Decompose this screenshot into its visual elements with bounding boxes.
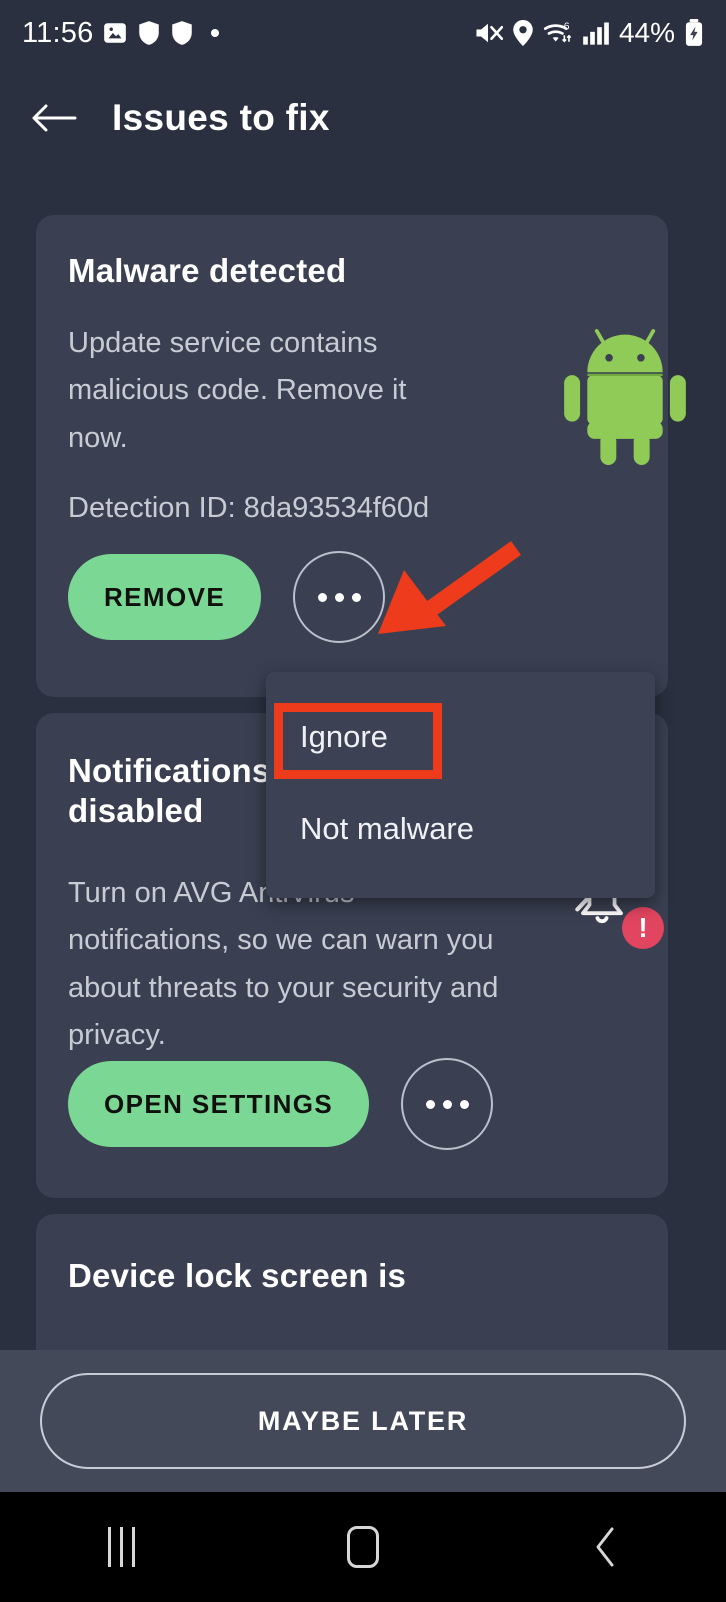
back-arrow-icon[interactable] (22, 86, 86, 150)
card-detection-id: Detection ID: 8da93534f60d (68, 492, 430, 524)
status-bar: 11:56 6 44% (0, 0, 726, 66)
dot-indicator (211, 29, 220, 37)
card-body: Turn on AVG AntiVirus notifications, so … (68, 877, 499, 1051)
status-bar-clock: 11:56 (22, 16, 94, 49)
android-navigation-bar (0, 1492, 726, 1602)
image-icon (102, 20, 128, 46)
card-title: Malware detected (68, 252, 347, 289)
mute-icon (473, 20, 503, 46)
phone-screen: 11:56 6 44% Issues to fix Malware detect… (0, 0, 726, 1602)
card-actions: OPEN SETTINGS (68, 1058, 494, 1150)
android-robot-icon (552, 323, 698, 470)
dot-icon (334, 592, 344, 602)
dot-icon (351, 592, 361, 602)
app-bar: Issues to fix (0, 66, 726, 170)
card-body: Update service contains malicious code. … (68, 327, 407, 454)
open-settings-button[interactable]: OPEN SETTINGS (68, 1061, 370, 1147)
menu-item-ignore[interactable]: Ignore (266, 702, 655, 772)
card-title: Device lock screen is (68, 1257, 407, 1294)
bottom-action-bar: MAYBE LATER (0, 1350, 726, 1492)
dot-icon (459, 1099, 469, 1109)
menu-item-not-malware[interactable]: Not malware (266, 794, 655, 864)
battery-percent-label: 44% (618, 17, 675, 48)
home-icon[interactable] (303, 1492, 423, 1602)
more-options-button-card-1[interactable] (293, 551, 386, 643)
wifi6-icon: 6 (543, 20, 573, 46)
more-options-button-card-2[interactable] (401, 1058, 494, 1150)
battery-charging-icon (684, 19, 704, 47)
shield-icon (170, 20, 194, 46)
card-actions: REMOVE (68, 551, 386, 643)
nav-back-icon[interactable] (545, 1492, 665, 1602)
maybe-later-button[interactable]: MAYBE LATER (40, 1373, 686, 1469)
svg-text:6: 6 (564, 22, 570, 33)
location-icon (512, 20, 534, 46)
dot-icon (442, 1099, 452, 1109)
page-title: Issues to fix (112, 97, 330, 138)
shield-icon (137, 20, 161, 46)
overflow-menu: Ignore Not malware (266, 672, 655, 898)
issue-card-malware: Malware detected Update service contains… (36, 215, 686, 697)
status-badge: ! (622, 907, 664, 949)
remove-button[interactable]: REMOVE (68, 554, 262, 640)
recents-icon[interactable] (61, 1492, 181, 1602)
status-bar-right: 6 44% (473, 17, 704, 49)
dot-icon (425, 1099, 435, 1109)
cellular-signal-icon (582, 21, 610, 45)
status-bar-left: 11:56 (22, 17, 473, 50)
dot-icon (317, 592, 327, 602)
